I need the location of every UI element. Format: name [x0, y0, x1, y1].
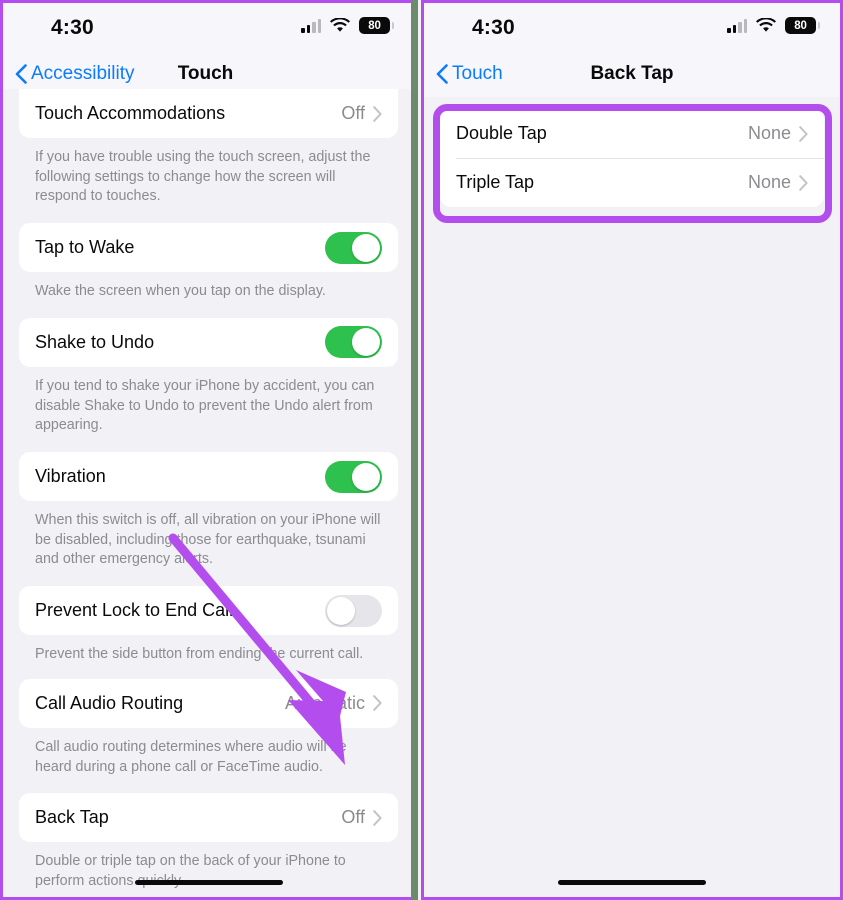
card-call-audio-routing: Call Audio Routing Automatic — [19, 678, 398, 728]
row-label: Vibration — [35, 466, 106, 487]
footnote-back-tap: Double or triple tap on the back of your… — [35, 853, 346, 890]
footnote-call-audio-routing: Call audio routing determines where audi… — [35, 738, 347, 775]
home-indicator[interactable] — [134, 880, 283, 885]
toggle-shake-to-undo[interactable] — [325, 326, 382, 359]
left-phone-screen: 4:30 80 Accessibility Touch Touch Accomm… — [0, 0, 417, 900]
footnote-shake-to-undo: If you tend to shake your iPhone by acci… — [35, 377, 375, 434]
row-value: Automatic — [284, 692, 365, 713]
screenshot-stage: 4:30 80 Accessibility Touch Touch Accomm… — [0, 0, 843, 900]
cellular-bars-icon — [727, 18, 747, 33]
row-label: Tap to Wake — [35, 237, 135, 258]
page-title: Back Tap — [590, 63, 674, 84]
footnote-prevent-lock-to-end-call: Prevent the side button from ending the … — [35, 646, 364, 663]
row-label: Touch Accommodations — [35, 103, 226, 123]
card-back-tap: Back Tap Off — [19, 793, 398, 843]
battery-percent-label: 80 — [794, 19, 807, 32]
row-label: Back Tap — [35, 807, 109, 828]
card-vibration: Vibration — [19, 452, 398, 502]
toggle-knob — [352, 328, 380, 357]
battery-icon: 80 — [359, 17, 394, 34]
chevron-right-icon — [373, 810, 382, 826]
row-label: Triple Tap — [456, 172, 535, 192]
row-touch-accommodations[interactable]: Touch Accommodations Off — [19, 89, 398, 138]
status-indicators: 80 — [301, 17, 394, 34]
right-phone-screen: 4:30 80 Touch Back Tap Double Tap None T… — [421, 0, 843, 900]
toggle-tap-to-wake[interactable] — [325, 231, 382, 264]
battery-percent-label: 80 — [368, 19, 381, 32]
row-value: Off — [341, 807, 365, 828]
chevron-right-icon — [373, 105, 382, 122]
card-tap-to-wake: Tap to Wake — [19, 223, 398, 273]
footnote-tap-to-wake: Wake the screen when you tap on the disp… — [35, 283, 326, 300]
row-prevent-lock-to-end-call[interactable]: Prevent Lock to End Call — [19, 586, 398, 635]
right-status-bar: 4:30 80 — [424, 3, 840, 51]
row-value: None — [747, 172, 791, 192]
row-tap-to-wake[interactable]: Tap to Wake — [19, 223, 398, 272]
home-indicator[interactable] — [558, 880, 706, 885]
toggle-knob — [327, 596, 355, 625]
status-time: 4:30 — [51, 16, 94, 39]
row-call-audio-routing[interactable]: Call Audio Routing Automatic — [19, 679, 398, 728]
status-time: 4:30 — [472, 16, 515, 39]
card-shake-to-undo: Shake to Undo — [19, 317, 398, 367]
toggle-knob — [352, 462, 380, 491]
row-triple-tap[interactable]: Triple Tap None — [440, 158, 824, 207]
right-settings-list[interactable]: Double Tap None Triple Tap None — [424, 97, 840, 897]
left-settings-list[interactable]: Touch Accommodations Off If you have tro… — [3, 89, 414, 895]
row-value: Off — [341, 103, 365, 123]
row-value: None — [747, 123, 791, 143]
wifi-icon — [756, 18, 776, 32]
toggle-vibration[interactable] — [325, 460, 382, 493]
footnote-touch-accommodations: If you have trouble using the touch scre… — [35, 149, 371, 205]
row-shake-to-undo[interactable]: Shake to Undo — [19, 318, 398, 367]
row-label: Prevent Lock to End Call — [35, 600, 234, 621]
row-back-tap[interactable]: Back Tap Off — [19, 793, 398, 842]
left-status-bar: 4:30 80 — [3, 3, 414, 51]
chevron-right-icon — [799, 174, 808, 191]
card-prevent-lock-to-end-call: Prevent Lock to End Call — [19, 586, 398, 636]
row-label: Call Audio Routing — [35, 692, 184, 713]
status-indicators: 80 — [727, 17, 820, 34]
row-label: Double Tap — [456, 123, 547, 143]
footnote-vibration: When this switch is off, all vibration o… — [35, 512, 381, 568]
right-nav-bar: Touch Back Tap — [424, 51, 840, 97]
toggle-prevent-lock-to-end-call[interactable] — [325, 594, 382, 627]
cellular-bars-icon — [301, 18, 321, 33]
toggle-knob — [352, 233, 380, 262]
battery-icon: 80 — [785, 17, 820, 34]
row-vibration[interactable]: Vibration — [19, 452, 398, 501]
card-touch-accommodations: Touch Accommodations Off — [19, 89, 398, 138]
wifi-icon — [330, 18, 350, 32]
chevron-right-icon — [373, 695, 382, 712]
row-label: Shake to Undo — [35, 331, 155, 352]
row-double-tap[interactable]: Double Tap None — [440, 109, 824, 158]
chevron-right-icon — [799, 125, 808, 142]
panel-divider — [411, 0, 418, 900]
card-back-tap-options: Double Tap None Triple Tap None — [440, 109, 824, 207]
